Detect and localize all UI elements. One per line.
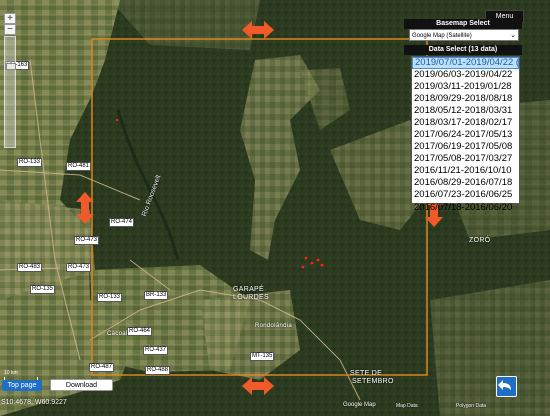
place-label-sete: SETE DE xyxy=(350,370,383,377)
place-label-town: Cacoal xyxy=(107,331,128,337)
zoom-in-button[interactable]: + xyxy=(4,13,16,24)
road-label: RO-133 xyxy=(17,158,43,167)
road-label: BR-133 xyxy=(144,291,169,300)
data-select-list[interactable]: 2019/07/01-2019/04/22 (QL) 2019/06/03-20… xyxy=(411,56,520,213)
road-label: RO-487 xyxy=(89,363,115,372)
zoom-slider[interactable] xyxy=(4,36,16,148)
road-label: RO-135 xyxy=(30,285,56,294)
cursor-coordinates: S10.4678, W60.9227 xyxy=(1,399,67,406)
road-label: RO-464 xyxy=(127,327,153,336)
road-label: RO-474 xyxy=(109,218,135,227)
zoom-slider-handle[interactable] xyxy=(6,63,16,70)
road-label: RO-437 xyxy=(143,346,169,355)
data-list-item[interactable]: 2019/07/01-2019/04/22 (QL) xyxy=(412,57,519,69)
basemap-select-title: Basemap Select xyxy=(404,19,522,29)
data-list-item[interactable]: 2018/05/12-2018/03/31 xyxy=(412,105,519,117)
pan-up-arrow-icon[interactable] xyxy=(242,21,274,39)
data-list-item[interactable]: 2017/06/24-2017/05/13 xyxy=(412,129,519,141)
place-label-setembro: SETEMBRO xyxy=(352,378,394,385)
road-label: RO-481 xyxy=(66,162,92,171)
top-page-button[interactable]: Top page xyxy=(2,380,42,391)
back-arrow-icon[interactable] xyxy=(496,376,517,397)
scale-label: 10 km xyxy=(4,370,18,376)
data-select-title: Data Select (13 data) xyxy=(404,45,522,55)
place-label-rondolandia: Rondolândia xyxy=(255,323,292,329)
pan-left-arrow-icon[interactable] xyxy=(76,192,94,224)
road-label: RO-488 xyxy=(145,366,171,375)
data-list-item[interactable]: 2018/03/17-2018/02/17 xyxy=(412,117,519,129)
map-data-attribution[interactable]: Map Data xyxy=(396,403,418,409)
zoom-control: + − xyxy=(4,13,16,148)
data-list-item[interactable]: 2017/06/19-2017/05/08 xyxy=(412,141,519,153)
place-label-zoro: ZORÓ xyxy=(469,237,491,244)
place-label-garape: GARAPÉ xyxy=(233,286,264,293)
data-list-item[interactable]: 2017/05/08-2017/03/27 xyxy=(412,153,519,165)
polygon-data-attribution[interactable]: Polygon Data xyxy=(456,403,486,409)
chevron-down-icon: ⌄ xyxy=(510,32,516,39)
road-label: RO-473 xyxy=(74,236,100,245)
data-list-item[interactable]: 2018/09/29-2018/08/18 xyxy=(412,93,519,105)
data-list-item[interactable]: 2016/11/21-2016/10/10 xyxy=(412,165,519,177)
road-label: RO-133 xyxy=(97,293,123,302)
data-list-item[interactable]: 2019/06/03-2019/04/22 xyxy=(412,69,519,81)
pan-down-arrow-icon[interactable] xyxy=(242,377,274,395)
data-list-item[interactable]: 2016/08/29-2016/07/18 xyxy=(412,177,519,189)
road-label: MT-135 xyxy=(250,352,275,361)
data-list-item[interactable]: 2016/07/18-2016/06/20 xyxy=(412,202,519,214)
download-button[interactable]: Download xyxy=(50,379,113,391)
zoom-out-button[interactable]: − xyxy=(4,24,16,35)
place-label-lourdes: LOURDES xyxy=(233,294,269,301)
basemap-selected-value: Google Map (Satellite) xyxy=(412,33,472,39)
road-label: RO-473 xyxy=(66,263,92,272)
data-list-item[interactable]: 2019/03/11-2019/01/28 xyxy=(412,81,519,93)
data-list-item[interactable]: 2016/07/23-2016/06/25 xyxy=(412,189,519,201)
google-attribution: Google Map xyxy=(343,402,376,408)
basemap-select[interactable]: Google Map (Satellite) ⌄ xyxy=(409,29,519,41)
road-label: RO-483 xyxy=(17,263,43,272)
